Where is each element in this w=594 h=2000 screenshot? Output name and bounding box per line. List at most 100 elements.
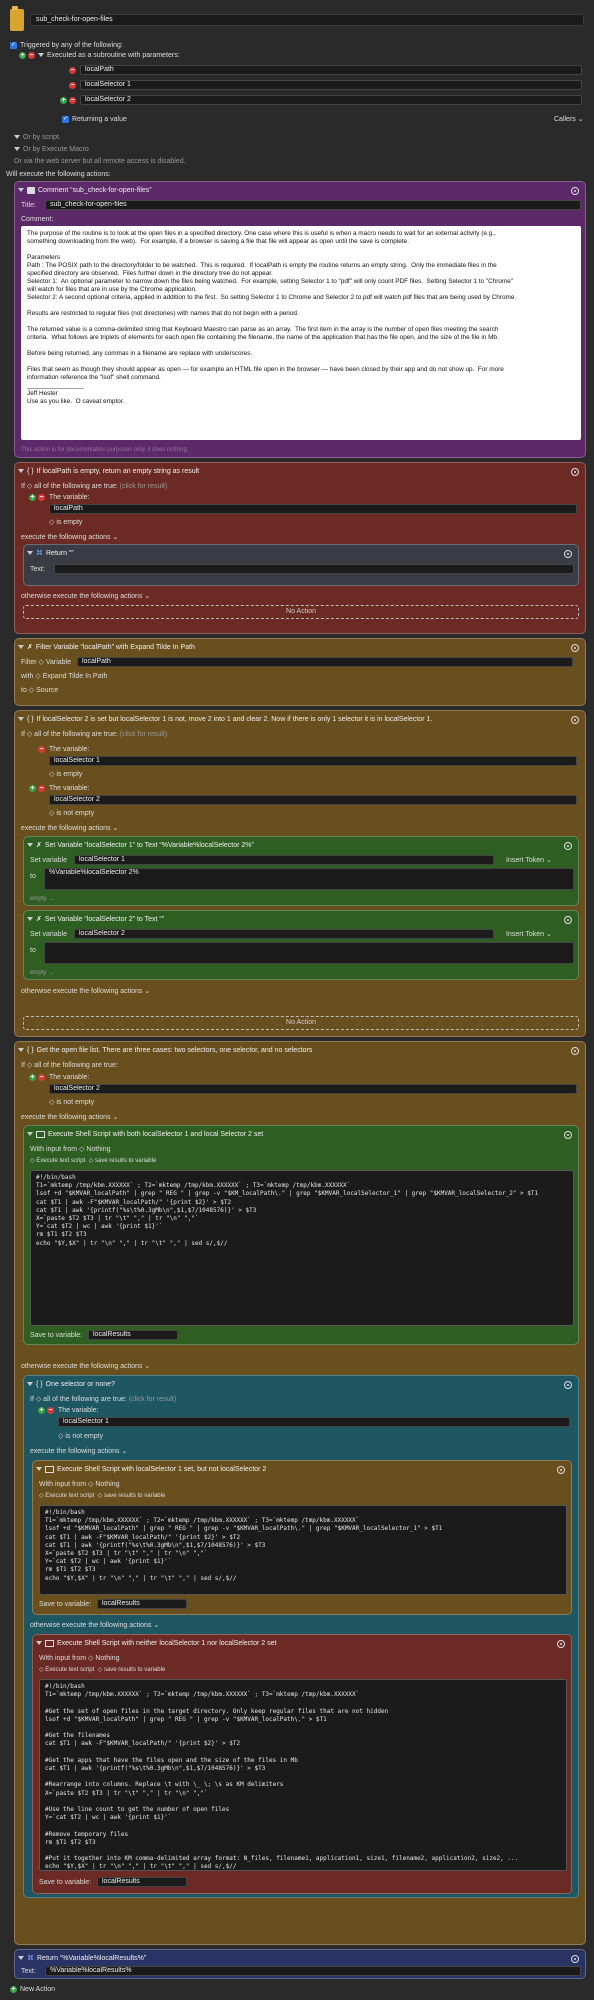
one-variable-field[interactable]: localSelector 1: [58, 1417, 570, 1427]
if3-condition-label: If ◇ all of the following are true:: [21, 1062, 118, 1069]
remove-condition-icon[interactable]: −: [38, 746, 45, 753]
shell3-result-var-field[interactable]: localResults: [97, 1877, 187, 1887]
set-variable-1-action[interactable]: ✗ Set Variable “localSelector 1” to Text …: [23, 836, 579, 906]
macro-name-field[interactable]: sub_check-for-open-files: [30, 14, 584, 26]
shell3-code-editor[interactable]: #!/bin/bash T1=`mktemp /tmp/kbm.XXXXXX` …: [39, 1679, 567, 1871]
terminal-icon: [45, 1639, 54, 1647]
comment-action[interactable]: Comment “sub_check-for-open-files” Title…: [14, 181, 586, 458]
will-execute-label: Will execute the following actions:: [6, 171, 111, 178]
shell1-result-var-field[interactable]: localResults: [88, 1330, 178, 1340]
gear-icon[interactable]: [571, 1955, 579, 1963]
gear-icon[interactable]: [564, 842, 572, 850]
shell1-header: Execute Shell Script with both localSele…: [27, 1129, 263, 1140]
insert-token-button[interactable]: Insert Token ⌄: [506, 856, 552, 865]
if-selector-swap-action[interactable]: { } If localSelector 2 is set but localSe…: [14, 710, 586, 1037]
shell-script-one-action[interactable]: Execute Shell Script with localSelector …: [32, 1460, 572, 1615]
gear-icon[interactable]: [564, 1131, 572, 1139]
gear-icon[interactable]: [557, 1466, 565, 1474]
set1-variable-field[interactable]: localSelector 1: [74, 855, 494, 865]
comment-body[interactable]: The purpose of the routine is to look at…: [21, 226, 581, 440]
filter-variable-action[interactable]: ✗ Filter Variable “localPath” with Expand…: [14, 638, 586, 706]
or-web-label: Or via the web server but all remote acc…: [14, 158, 186, 165]
comment-header: Comment “sub_check-for-open-files”: [18, 185, 152, 196]
gear-icon[interactable]: [564, 550, 572, 558]
shell-script-none-action[interactable]: Execute Shell Script with neither localS…: [32, 1634, 572, 1894]
if-get-open-files-action[interactable]: { } Get the open file list. There are thr…: [14, 1041, 586, 1945]
comment-title-field[interactable]: sub_check-for-open-files: [45, 200, 581, 210]
remove-param-icon[interactable]: −: [69, 82, 76, 89]
shell2-result-var-field[interactable]: localResults: [97, 1599, 187, 1609]
insert-token-button[interactable]: Insert Token ⌄: [506, 930, 552, 939]
add-trigger-icon[interactable]: +: [19, 52, 26, 59]
callers-button[interactable]: Callers ⌄: [554, 115, 584, 124]
set-variable-2-action[interactable]: ✗ Set Variable “localSelector 2” to Text …: [23, 910, 579, 980]
gear-icon[interactable]: [564, 916, 572, 924]
return-results-field[interactable]: %Variable%localResults%: [45, 1966, 581, 1976]
if1-condition-select[interactable]: ◇ is empty: [49, 518, 82, 527]
return-text-field[interactable]: [54, 564, 574, 574]
add-condition-icon[interactable]: +: [29, 494, 36, 501]
if2-header: { } If localSelector 2 is set but localSe…: [18, 714, 432, 725]
comment-label: Comment:: [21, 216, 54, 223]
if-localpath-empty-action[interactable]: { } If localPath is empty, return an empt…: [14, 462, 586, 634]
set1-value-field[interactable]: %Variable%localSelector 2%: [44, 868, 574, 890]
add-param-icon[interactable]: +: [60, 97, 67, 104]
remove-condition-icon[interactable]: −: [47, 1407, 54, 1414]
if-one-selector-action[interactable]: { } One selector or none? If ◇ all of the…: [23, 1375, 579, 1898]
param-field-3[interactable]: localSelector 2: [80, 95, 582, 105]
gear-icon[interactable]: [571, 468, 579, 476]
exec-options[interactable]: ◇ Execute text script ◇ save results to …: [39, 1666, 165, 1675]
variable-label: The variable:: [49, 746, 90, 753]
remove-condition-icon[interactable]: −: [38, 494, 45, 501]
exec-options[interactable]: ◇ Execute text script ◇ save results to …: [39, 1492, 165, 1501]
empty-label: empty →: [30, 896, 55, 902]
filter-with-select[interactable]: with ◇ Expand Tilde In Path: [21, 672, 107, 681]
triggered-checkbox-icon[interactable]: ✓: [10, 42, 17, 49]
remove-param-icon[interactable]: −: [69, 67, 76, 74]
return-results-action[interactable]: ⌘ Return “%Variable%localResults%” Text: …: [14, 1949, 586, 1979]
param-field-2[interactable]: localSelector 1: [80, 80, 582, 90]
if3-variable-field[interactable]: localSelector 2: [49, 1084, 577, 1094]
exec-options[interactable]: ◇ Execute text script ◇ save results to …: [30, 1157, 156, 1166]
return-empty-action[interactable]: ⌘ Return “” Text:: [23, 544, 579, 586]
remove-condition-icon[interactable]: −: [38, 785, 45, 792]
one-cond-select[interactable]: ◇ is not empty: [58, 1432, 103, 1441]
if2-cond2-select[interactable]: ◇ is not empty: [49, 809, 94, 818]
if3-cond-select[interactable]: ◇ is not empty: [49, 1098, 94, 1107]
filter-to-select[interactable]: to ◇ Source: [21, 686, 58, 695]
with-input-select[interactable]: With input from ◇ Nothing: [39, 1480, 120, 1489]
if2-variable1-field[interactable]: localSelector 1: [49, 756, 577, 766]
remove-trigger-icon[interactable]: −: [28, 52, 35, 59]
shell-script-both-action[interactable]: Execute Shell Script with both localSele…: [23, 1125, 579, 1345]
one-header: { } One selector or none?: [27, 1379, 115, 1390]
new-action-button[interactable]: + New Action: [10, 1985, 55, 1994]
variable-label: The variable:: [49, 1074, 90, 1081]
remove-param-icon[interactable]: −: [69, 97, 76, 104]
param-field-1[interactable]: localPath: [80, 65, 582, 75]
set2-variable-field[interactable]: localSelector 2: [74, 929, 494, 939]
plus-icon: +: [10, 1985, 17, 1993]
set2-value-field[interactable]: [44, 942, 574, 964]
remove-condition-icon[interactable]: −: [38, 1074, 45, 1081]
shell1-code-editor[interactable]: #!/bin/bash T1=`mktemp /tmp/kbm.XXXXXX` …: [30, 1170, 574, 1326]
with-input-select[interactable]: With input from ◇ Nothing: [30, 1145, 111, 1154]
add-condition-icon[interactable]: +: [29, 1074, 36, 1081]
add-condition-icon[interactable]: +: [29, 785, 36, 792]
with-input-select[interactable]: With input from ◇ Nothing: [39, 1654, 120, 1663]
if1-variable-field[interactable]: localPath: [49, 504, 577, 514]
filter-variable-field[interactable]: localPath: [77, 657, 573, 667]
no-action-placeholder[interactable]: No Action: [23, 1016, 579, 1030]
gear-icon[interactable]: [571, 716, 579, 724]
gear-icon[interactable]: [564, 1381, 572, 1389]
no-action-placeholder[interactable]: No Action: [23, 605, 579, 619]
gear-icon[interactable]: [571, 1047, 579, 1055]
gear-icon[interactable]: [571, 187, 579, 195]
if2-variable2-field[interactable]: localSelector 2: [49, 795, 577, 805]
returning-checkbox-icon[interactable]: ✓: [62, 116, 69, 123]
add-condition-icon[interactable]: +: [38, 1407, 45, 1414]
gear-icon[interactable]: [571, 644, 579, 652]
save-to-label: Save to variable:: [39, 1601, 92, 1608]
shell2-code-editor[interactable]: #!/bin/bash T1=`mktemp /tmp/kbm.XXXXXX` …: [39, 1505, 567, 1595]
if2-cond1-select[interactable]: ◇ is empty: [49, 770, 82, 779]
gear-icon[interactable]: [557, 1640, 565, 1648]
